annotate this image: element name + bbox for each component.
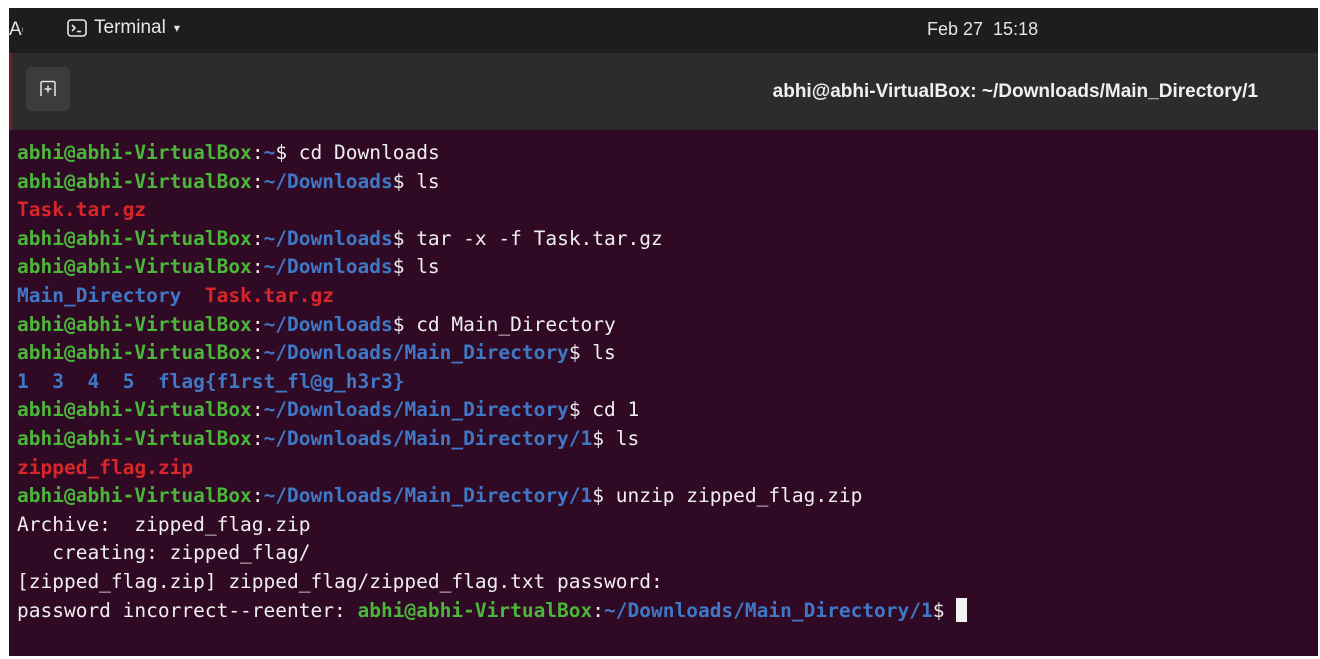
chevron-down-icon: ▾ (173, 21, 180, 35)
prompt-user: abhi@abhi-VirtualBox (17, 141, 252, 164)
activities-button[interactable]: Activities (9, 19, 23, 41)
terminal-title-bar: abhi@abhi-VirtualBox: ~/Downloads/Main_D… (9, 53, 1318, 130)
prompt-user: abhi@abhi-VirtualBox (17, 169, 252, 193)
prompt-symbol: $ (592, 426, 605, 450)
terminal-line: abhi@abhi-VirtualBox:~/Downloads/Main_Di… (17, 482, 1307, 511)
prompt-symbol: $ (275, 141, 288, 164)
command-text: cd 1 (580, 398, 640, 422)
command-text: cd Main_Directory (404, 312, 616, 336)
prompt-user: abhi@abhi-VirtualBox (17, 226, 252, 250)
terminal-line: abhi@abhi-VirtualBox:~/Downloads/Main_Di… (17, 425, 1307, 454)
new-tab-icon (40, 80, 56, 96)
prompt-path: ~/Downloads/Main_Directory/1 (263, 484, 593, 508)
terminal-line: 1 3 4 5 flag{f1rst_fl@g_h3r3} (17, 368, 1307, 397)
terminal-line: [zipped_flag.zip] zipped_flag/zipped_fla… (17, 568, 1307, 597)
system-top-bar: Activities Terminal ▾ Feb 27 15:18 (9, 8, 1318, 53)
command-text (945, 599, 957, 622)
command-text: ls (404, 255, 440, 279)
archive-file-name: zipped_flag.zip (17, 455, 194, 479)
directory-name: 5 (122, 369, 135, 393)
command-text: ls (580, 341, 616, 365)
app-menu-label: Terminal (94, 17, 166, 38)
terminal-line: creating: zipped_flag/ (17, 539, 1307, 568)
output-text: Archive: zipped_flag.zip (17, 512, 311, 536)
prompt-separator: : (251, 398, 264, 422)
terminal-line: abhi@abhi-VirtualBox:~/Downloads/Main_Di… (17, 339, 1307, 368)
archive-file-name: Task.tar.gz (17, 198, 147, 222)
prompt-separator: : (251, 226, 264, 250)
directory-name: Main_Directory (17, 283, 182, 307)
terminal-line: password incorrect--reenter: abhi@abhi-V… (17, 597, 1307, 626)
terminal-line: abhi@abhi-VirtualBox:~/Downloads$ ls (17, 168, 1307, 197)
prompt-path: ~/Downloads/Main_Directory (263, 398, 569, 422)
prompt-symbol: $ (392, 312, 405, 336)
output-text: password incorrect--reenter: (17, 598, 358, 622)
command-text: unzip zipped_flag.zip (604, 484, 863, 508)
output-text: creating: zipped_flag/ (17, 541, 311, 565)
window-title: abhi@abhi-VirtualBox: ~/Downloads/Main_D… (772, 81, 1258, 102)
prompt-separator: : (251, 484, 264, 508)
command-text: ls (404, 169, 440, 193)
prompt-user: abhi@abhi-VirtualBox (17, 484, 252, 508)
prompt-symbol: $ (932, 598, 945, 622)
prompt-path: ~/Downloads/Main_Directory/1 (263, 426, 593, 450)
prompt-separator: : (251, 141, 264, 164)
prompt-user: abhi@abhi-VirtualBox (357, 598, 593, 622)
prompt-symbol: $ (592, 484, 605, 508)
command-text: cd Downloads (287, 141, 440, 164)
prompt-user: abhi@abhi-VirtualBox (17, 341, 252, 365)
archive-file-name: Task.tar.gz (204, 283, 334, 307)
terminal-line: abhi@abhi-VirtualBox:~/Downloads$ cd Mai… (17, 311, 1307, 340)
new-tab-button[interactable] (26, 67, 70, 111)
prompt-path: ~/Downloads (263, 312, 393, 336)
text-cursor (956, 597, 968, 622)
app-menu-terminal[interactable]: Terminal ▾ (67, 17, 180, 39)
terminal-line: Task.tar.gz (17, 196, 1307, 225)
prompt-separator: : (251, 426, 264, 450)
prompt-symbol: $ (392, 226, 405, 250)
prompt-user: abhi@abhi-VirtualBox (17, 426, 252, 450)
prompt-separator: : (251, 255, 264, 279)
prompt-separator: : (592, 598, 605, 622)
prompt-symbol: $ (568, 341, 581, 365)
command-text: tar -x -f Task.tar.gz (404, 226, 663, 250)
directory-name: 4 (87, 369, 100, 393)
directory-name: 3 (52, 369, 64, 393)
terminal-line: abhi@abhi-VirtualBox:~$ cd Downloads (17, 139, 1307, 168)
directory-name: 1 (17, 369, 29, 393)
output-text: [zipped_flag.zip] zipped_flag/zipped_fla… (17, 569, 675, 593)
prompt-user: abhi@abhi-VirtualBox (17, 255, 252, 279)
prompt-path: ~ (263, 141, 276, 164)
terminal-line: Main_Directory Task.tar.gz (17, 282, 1307, 311)
prompt-path: ~/Downloads (263, 169, 393, 193)
prompt-separator: : (251, 312, 264, 336)
prompt-path: ~/Downloads (263, 255, 393, 279)
prompt-path: ~/Downloads/Main_Directory (263, 341, 569, 365)
terminal-line: abhi@abhi-VirtualBox:~/Downloads$ ls (17, 253, 1307, 282)
terminal-line: abhi@abhi-VirtualBox:~/Downloads/Main_Di… (17, 396, 1307, 425)
terminal-line: zipped_flag.zip (17, 454, 1307, 483)
prompt-symbol: $ (392, 255, 405, 279)
screen: Activities Terminal ▾ Feb 27 15:18 abhi@… (9, 8, 1318, 656)
terminal-icon (67, 19, 87, 37)
clock[interactable]: Feb 27 15:18 (927, 19, 1038, 40)
prompt-symbol: $ (392, 169, 405, 193)
command-text: ls (604, 426, 640, 450)
prompt-separator: : (251, 341, 264, 365)
prompt-path: ~/Downloads (263, 226, 393, 250)
prompt-symbol: $ (568, 398, 581, 422)
prompt-user: abhi@abhi-VirtualBox (17, 398, 252, 422)
prompt-user: abhi@abhi-VirtualBox (17, 312, 252, 336)
terminal-line: abhi@abhi-VirtualBox:~/Downloads$ tar -x… (17, 225, 1307, 254)
prompt-path: ~/Downloads/Main_Directory/1 (604, 598, 933, 622)
prompt-separator: : (251, 169, 264, 193)
terminal-line: Archive: zipped_flag.zip (17, 511, 1307, 540)
directory-name: flag{f1rst_fl@g_h3r3} (157, 369, 405, 393)
terminal-output[interactable]: abhi@abhi-VirtualBox:~$ cd Downloads abhi… (17, 139, 1307, 649)
